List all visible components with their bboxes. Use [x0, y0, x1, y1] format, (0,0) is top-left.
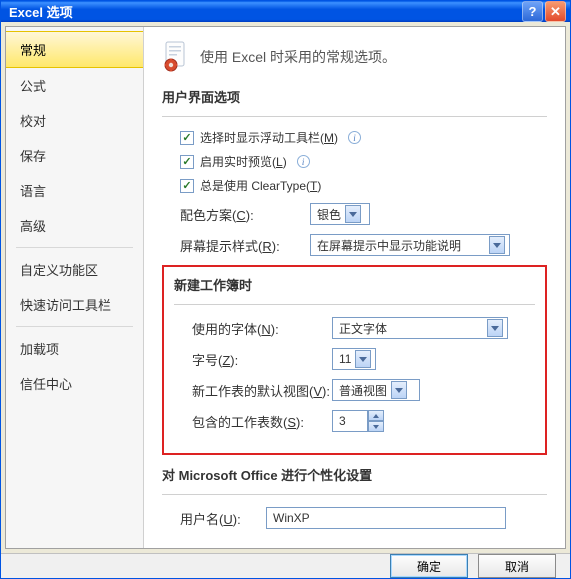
titlebar-buttons: ? ✕ [522, 1, 566, 22]
highlight-newbook: 新建工作簿时 使用的字体(N): 正文字体 字号(Z): 11 [162, 265, 547, 455]
dialog-window: Excel 选项 ? ✕ 常规公式校对保存语言高级自定义功能区快速访问工具栏加载… [0, 0, 571, 579]
help-button[interactable]: ? [522, 1, 543, 22]
checkbox-label: 启用实时预览(L) [200, 153, 287, 170]
checkbox-row-livepreview[interactable]: 启用实时预览(L) i [180, 153, 547, 170]
titlebar: Excel 选项 ? ✕ [1, 1, 570, 22]
info-icon[interactable]: i [348, 131, 361, 144]
sidebar-item[interactable]: 校对 [6, 103, 143, 138]
options-icon [162, 41, 190, 73]
label-screentip: 屏幕提示样式(R): [180, 236, 310, 255]
chevron-down-icon [345, 205, 361, 223]
header-text: 使用 Excel 时采用的常规选项。 [200, 47, 396, 67]
row-sheetcount: 包含的工作表数(S): 3 [192, 410, 535, 432]
close-button[interactable]: ✕ [545, 1, 566, 22]
sidebar-item[interactable]: 信任中心 [6, 366, 143, 401]
dialog-body: 常规公式校对保存语言高级自定义功能区快速访问工具栏加载项信任中心 [5, 26, 566, 549]
checkbox-label: 总是使用 ClearType(T) [200, 177, 321, 194]
row-defaultview: 新工作表的默认视图(V): 普通视图 [192, 379, 535, 401]
divider [174, 304, 535, 305]
sidebar-item[interactable]: 加载项 [6, 331, 143, 366]
sidebar: 常规公式校对保存语言高级自定义功能区快速访问工具栏加载项信任中心 [6, 27, 144, 548]
divider [162, 494, 547, 495]
sidebar-item[interactable]: 语言 [6, 173, 143, 208]
sidebar-separator [16, 247, 133, 248]
select-fontsize[interactable]: 11 [332, 348, 376, 370]
sidebar-item[interactable]: 高级 [6, 208, 143, 243]
header-row: 使用 Excel 时采用的常规选项。 [162, 41, 547, 73]
checkbox-row-cleartype[interactable]: 总是使用 ClearType(T) [180, 177, 547, 194]
row-fontsize: 字号(Z): 11 [192, 348, 535, 370]
row-font: 使用的字体(N): 正文字体 [192, 317, 535, 339]
dialog-footer: 确定 取消 [1, 553, 570, 578]
content-panel: 使用 Excel 时采用的常规选项。 用户界面选项 选择时显示浮动工具栏(M) … [144, 27, 565, 548]
checkbox-icon [180, 155, 194, 169]
select-font[interactable]: 正文字体 [332, 317, 508, 339]
sidebar-item[interactable]: 常规 [6, 31, 143, 68]
row-username: 用户名(U): WinXP [180, 507, 547, 529]
label-username: 用户名(U): [180, 509, 266, 528]
window-title: Excel 选项 [9, 2, 522, 21]
select-defaultview[interactable]: 普通视图 [332, 379, 420, 401]
checkbox-row-minitoolbar[interactable]: 选择时显示浮动工具栏(M) i [180, 129, 547, 146]
row-color-scheme: 配色方案(C): 银色 [180, 203, 547, 225]
select-color-scheme[interactable]: 银色 [310, 203, 370, 225]
cancel-button[interactable]: 取消 [478, 554, 556, 578]
section-title-newbook: 新建工作簿时 [174, 275, 535, 294]
sidebar-item[interactable]: 公式 [6, 68, 143, 103]
checkbox-label: 选择时显示浮动工具栏(M) [200, 129, 338, 146]
checkbox-icon [180, 179, 194, 193]
label-sheetcount: 包含的工作表数(S): [192, 412, 332, 431]
chevron-down-icon [391, 381, 407, 399]
spinner-up-icon[interactable] [368, 410, 384, 421]
checkbox-icon [180, 131, 194, 145]
section-title-ui: 用户界面选项 [162, 87, 547, 106]
chevron-down-icon [489, 236, 505, 254]
chevron-down-icon [487, 319, 503, 337]
sidebar-item[interactable]: 保存 [6, 138, 143, 173]
input-username[interactable]: WinXP [266, 507, 506, 529]
ok-button[interactable]: 确定 [390, 554, 468, 578]
row-screentip: 屏幕提示样式(R): 在屏幕提示中显示功能说明 [180, 234, 547, 256]
sidebar-item[interactable]: 自定义功能区 [6, 252, 143, 287]
label-defaultview: 新工作表的默认视图(V): [192, 381, 332, 400]
sidebar-item[interactable]: 快速访问工具栏 [6, 287, 143, 322]
select-screentip[interactable]: 在屏幕提示中显示功能说明 [310, 234, 510, 256]
sidebar-separator [16, 326, 133, 327]
label-font: 使用的字体(N): [192, 319, 332, 338]
spinner-sheetcount[interactable]: 3 [332, 410, 384, 432]
label-fontsize: 字号(Z): [192, 350, 332, 369]
spinner-down-icon[interactable] [368, 421, 384, 432]
info-icon[interactable]: i [297, 155, 310, 168]
label-color-scheme: 配色方案(C): [180, 205, 310, 224]
chevron-down-icon [355, 350, 371, 368]
section-title-personalize: 对 Microsoft Office 进行个性化设置 [162, 465, 547, 484]
divider [162, 116, 547, 117]
